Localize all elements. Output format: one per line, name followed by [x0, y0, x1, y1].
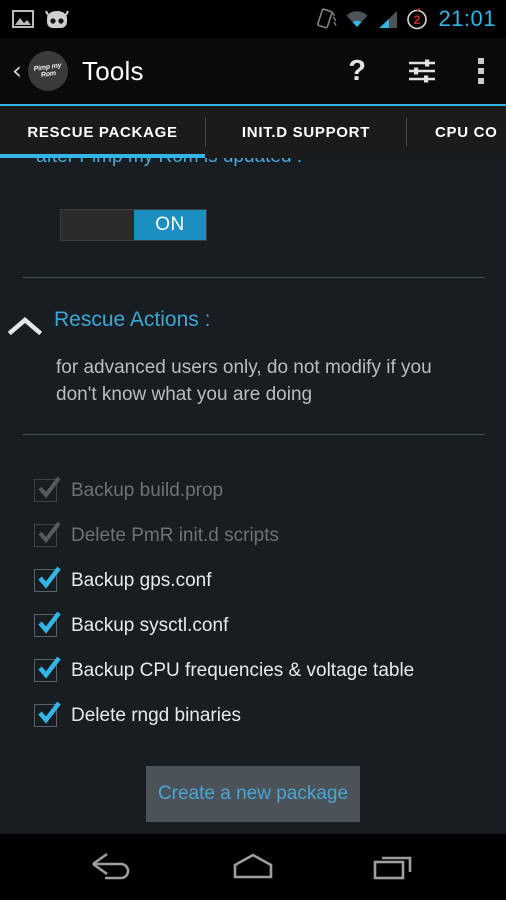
checkbox-icon[interactable] [34, 701, 61, 727]
tab-label: CPU CO [435, 123, 498, 141]
checkbox-label: Backup CPU frequencies & voltage table [71, 659, 415, 681]
chevron-up-icon[interactable] [7, 316, 43, 336]
toggle-thumb-label: ON [134, 210, 206, 240]
checkbox-icon [34, 476, 61, 502]
checkbox-label: Backup build.prop [71, 479, 224, 501]
checkbox-row-backup-cpu-frequencies[interactable]: Backup CPU frequencies & voltage table [0, 648, 506, 693]
help-icon[interactable]: ? [348, 56, 366, 86]
overflow-dot [478, 58, 484, 64]
app-logo[interactable]: Pimp my Rom [28, 51, 68, 91]
checkbox-row-delete-rngd-binaries[interactable]: Delete rngd binaries [0, 693, 506, 738]
checkbox-icon[interactable] [34, 656, 61, 682]
rescue-actions-list: Backup build.prop Delete PmR init.d scri… [0, 468, 506, 738]
checkbox-label: Backup sysctl.conf [71, 614, 229, 636]
status-bar-system-icons: 2 21:01 [317, 8, 496, 30]
checkbox-icon [34, 521, 61, 547]
checkbox-row-backup-sysctlconf[interactable]: Backup sysctl.conf [0, 603, 506, 648]
checkbox-label: Delete rngd binaries [71, 704, 242, 726]
wifi-icon [345, 10, 369, 29]
checkbox-label: Delete PmR init.d scripts [71, 524, 280, 546]
checkbox-row-backup-gpsconf[interactable]: Backup gps.conf [0, 558, 506, 603]
svg-text:2: 2 [414, 13, 421, 27]
action-bar-actions: ? [348, 56, 494, 86]
overflow-dot [478, 78, 484, 84]
page-title: Tools [82, 55, 144, 86]
create-new-package-label: Create a new package [157, 783, 349, 804]
tab-cpu-control[interactable]: CPU CO [407, 106, 506, 158]
home-nav-icon[interactable] [213, 843, 293, 891]
android-screen: 2 21:01 ‹ Pimp my Rom Tools ? RESCUE PAC… [0, 0, 506, 900]
signal-icon [377, 10, 398, 29]
create-new-package-button[interactable]: Create a new package [146, 766, 360, 822]
tab-label: RESCUE PACKAGE [27, 123, 178, 141]
status-bar-notifications [12, 9, 69, 29]
tab-label: INIT.D SUPPORT [241, 123, 371, 141]
checkbox-icon[interactable] [34, 566, 61, 592]
alarm-badge-icon: 2 [406, 7, 428, 30]
section-description: for advanced users only, do not modify i… [56, 357, 432, 405]
back-button[interactable]: ‹ [8, 54, 28, 89]
rescue-package-toggle-row: ON [60, 209, 207, 241]
rotation-lock-icon [317, 8, 338, 30]
rescue-package-toggle[interactable]: ON [60, 209, 207, 241]
navigation-bar [0, 834, 506, 900]
checkbox-row-delete-pmr-initd-scripts: Delete PmR init.d scripts [0, 513, 506, 558]
rescue-actions-header[interactable]: Rescue Actions : [0, 308, 506, 336]
overflow-dot [478, 68, 484, 74]
tab-rescue-package[interactable]: RESCUE PACKAGE [0, 106, 205, 158]
action-bar: ‹ Pimp my Rom Tools ? [0, 38, 506, 104]
scrolled-note-text: after Pimp my Rom is updated : [36, 158, 302, 168]
photo-icon [12, 9, 34, 29]
main-content: after Pimp my Rom is updated : ON Rescue… [0, 158, 506, 834]
app-logo-label: Pimp my Rom [33, 62, 62, 79]
tab-bar: RESCUE PACKAGE INIT.D SUPPORT CPU CO [0, 106, 506, 158]
divider [22, 277, 485, 278]
divider [22, 434, 485, 435]
recents-nav-icon[interactable] [355, 843, 435, 891]
tab-initd-support[interactable]: INIT.D SUPPORT [206, 106, 406, 158]
checkbox-label: Backup gps.conf [71, 569, 212, 591]
back-nav-icon[interactable] [71, 843, 151, 891]
status-bar: 2 21:01 [0, 0, 506, 38]
tuner-icon[interactable] [408, 58, 436, 84]
section-title: Rescue Actions : [54, 308, 211, 331]
overflow-menu-icon[interactable] [478, 58, 484, 84]
cyanogenmod-icon [44, 10, 69, 29]
checkbox-icon[interactable] [34, 611, 61, 637]
checkbox-row-backup-buildprop: Backup build.prop [0, 468, 506, 513]
status-bar-clock: 21:01 [438, 6, 496, 31]
